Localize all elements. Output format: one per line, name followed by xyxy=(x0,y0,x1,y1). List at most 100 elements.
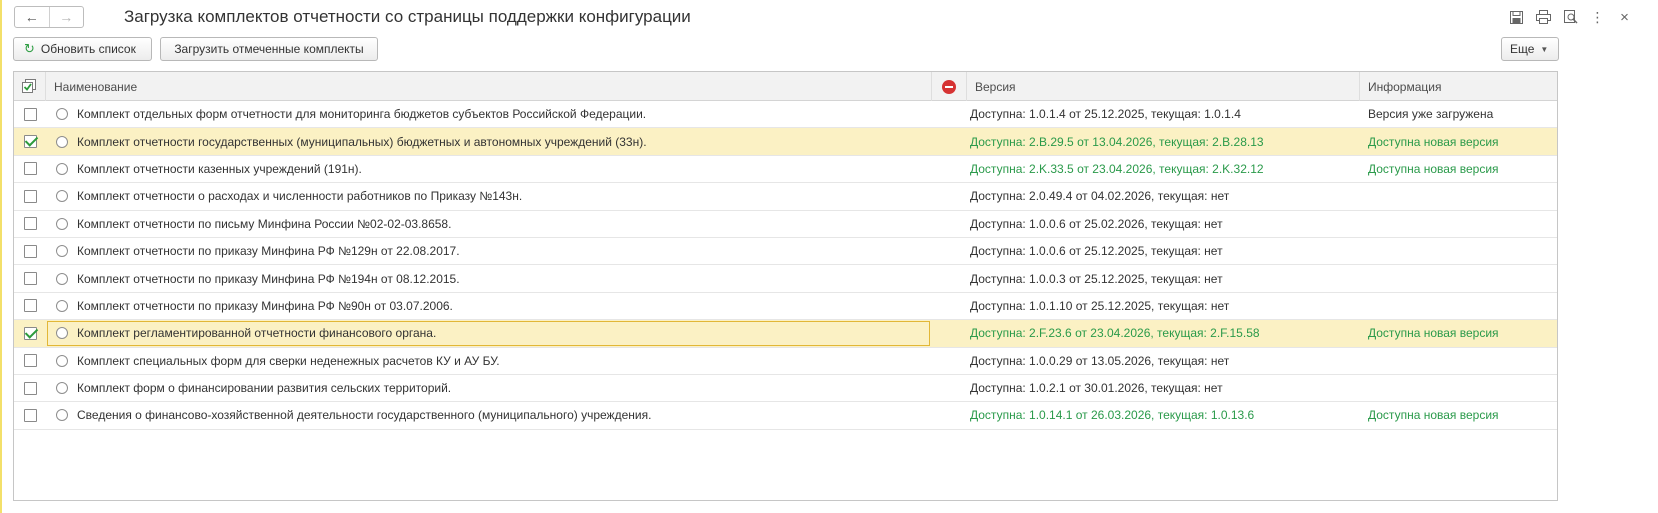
refresh-icon: ↻ xyxy=(24,41,35,56)
refresh-list-button[interactable]: ↻ Обновить список xyxy=(13,37,152,61)
command-bar: ↻ Обновить список Загрузить отмеченные к… xyxy=(0,36,1658,64)
row-info xyxy=(1360,293,1557,319)
row-radio[interactable] xyxy=(56,382,68,395)
row-checkbox[interactable] xyxy=(23,135,37,149)
row-radio[interactable] xyxy=(56,217,68,230)
table-row[interactable]: Комплект отчетности о расходах и численн… xyxy=(14,183,1557,211)
row-checkbox[interactable] xyxy=(23,326,37,340)
row-flag xyxy=(931,375,967,401)
check-all-icon xyxy=(22,79,36,93)
row-radio[interactable] xyxy=(56,162,68,175)
column-header-name[interactable]: Наименование xyxy=(46,72,931,101)
row-checkbox[interactable] xyxy=(23,162,37,176)
refresh-list-label: Обновить список xyxy=(40,42,136,56)
row-name: Комплект отчетности по приказу Минфина Р… xyxy=(77,298,453,313)
row-version: Доступна: 2.0.49.4 от 04.02.2026, текуща… xyxy=(970,189,1230,204)
row-version: Доступна: 1.0.0.3 от 25.12.2025, текущая… xyxy=(970,271,1223,286)
column-header-version[interactable]: Версия xyxy=(967,72,1360,101)
row-checkbox[interactable] xyxy=(23,299,37,313)
load-selected-label: Загрузить отмеченные комплекты xyxy=(174,42,364,56)
row-name: Комплект регламентированной отчетности ф… xyxy=(77,326,437,341)
row-flag xyxy=(931,128,967,154)
row-flag xyxy=(931,402,967,428)
row-version: Доступна: 2.B.29.5 от 13.04.2026, текуща… xyxy=(970,134,1264,149)
header-check-all[interactable] xyxy=(14,72,46,101)
row-name: Комплект отчетности по приказу Минфина Р… xyxy=(77,244,460,259)
row-name: Сведения о финансово-хозяйственной деяте… xyxy=(77,408,652,423)
row-radio[interactable] xyxy=(56,245,68,258)
row-flag xyxy=(931,156,967,182)
row-flag xyxy=(931,238,967,264)
table-row[interactable]: Комплект отчетности по письму Минфина Ро… xyxy=(14,211,1557,238)
row-checkbox[interactable] xyxy=(23,381,37,395)
column-header-info[interactable]: Информация xyxy=(1360,72,1557,101)
more-menu-button[interactable]: ⋮ xyxy=(1584,8,1611,26)
window-edge xyxy=(0,0,2,513)
row-checkbox[interactable] xyxy=(23,354,37,368)
save-button[interactable] xyxy=(1503,8,1530,26)
row-name: Комплект отчетности по приказу Минфина Р… xyxy=(77,271,460,286)
more-vertical-icon: ⋮ xyxy=(1590,9,1605,25)
row-checkbox[interactable] xyxy=(23,217,37,231)
back-button[interactable]: ← xyxy=(15,7,49,27)
row-info: Версия уже загружена xyxy=(1368,107,1494,122)
close-button[interactable]: × xyxy=(1611,8,1638,26)
table-row[interactable]: Комплект отчетности казенных учреждений … xyxy=(14,156,1557,184)
report-sets-table[interactable]: Наименование Версия Информация Комплект … xyxy=(13,71,1558,501)
print-button[interactable] xyxy=(1530,8,1557,26)
forward-button[interactable]: → xyxy=(48,7,84,27)
more-actions-label: Еще xyxy=(1510,42,1535,56)
row-name: Комплект отчетности по письму Минфина Ро… xyxy=(77,216,452,231)
row-name: Комплект отдельных форм отчетности для м… xyxy=(77,107,647,122)
row-checkbox[interactable] xyxy=(23,408,37,422)
row-name: Комплект отчетности о расходах и численн… xyxy=(77,189,523,204)
row-version: Доступна: 1.0.14.1 от 26.03.2026, текуща… xyxy=(970,408,1255,423)
row-version: Доступна: 1.0.1.10 от 25.12.2025, текуща… xyxy=(970,298,1230,313)
row-checkbox[interactable] xyxy=(23,189,37,203)
table-row[interactable]: Комплект отдельных форм отчетности для м… xyxy=(14,101,1557,129)
row-flag xyxy=(931,211,967,237)
row-info xyxy=(1360,238,1557,264)
preview-button[interactable] xyxy=(1557,8,1584,26)
row-radio[interactable] xyxy=(56,409,68,422)
arrow-left-icon: ← xyxy=(24,9,39,25)
row-version: Доступна: 1.0.0.29 от 13.05.2026, текуща… xyxy=(970,353,1230,368)
row-radio[interactable] xyxy=(56,190,68,203)
row-info: Доступна новая версия xyxy=(1368,161,1499,176)
table-row[interactable]: Комплект регламентированной отчетности ф… xyxy=(14,320,1557,348)
table-row[interactable]: Комплект отчетности по приказу Минфина Р… xyxy=(14,238,1557,266)
column-header-flag[interactable] xyxy=(931,72,967,101)
stop-icon xyxy=(942,79,956,94)
more-actions-button[interactable]: Еще ▼ xyxy=(1501,37,1559,61)
row-radio[interactable] xyxy=(56,135,68,148)
row-radio[interactable] xyxy=(56,108,68,121)
print-icon xyxy=(1536,10,1551,24)
row-flag xyxy=(931,293,967,319)
close-icon: × xyxy=(1620,8,1629,26)
save-icon xyxy=(1510,10,1523,24)
row-info xyxy=(1360,183,1557,209)
load-selected-button[interactable]: Загрузить отмеченные комплекты xyxy=(160,37,378,61)
row-checkbox[interactable] xyxy=(23,272,37,286)
table-row[interactable]: Комплект специальных форм для сверки нед… xyxy=(14,348,1557,375)
row-checkbox[interactable] xyxy=(23,107,37,121)
row-info: Доступна новая версия xyxy=(1368,408,1499,423)
row-checkbox[interactable] xyxy=(23,244,37,258)
row-radio[interactable] xyxy=(56,354,68,367)
table-row[interactable]: Комплект отчетности по приказу Минфина Р… xyxy=(14,265,1557,293)
table-row[interactable]: Комплект отчетности по приказу Минфина Р… xyxy=(14,293,1557,321)
table-row[interactable]: Комплект отчетности государственных (мун… xyxy=(14,128,1557,156)
row-version: Доступна: 2.F.23.6 от 23.04.2026, текуща… xyxy=(970,326,1260,341)
row-info: Доступна новая версия xyxy=(1368,326,1499,341)
row-version: Доступна: 2.K.33.5 от 23.04.2026, текуща… xyxy=(970,161,1264,176)
arrow-right-icon: → xyxy=(59,9,74,25)
table-row[interactable]: Комплект форм о финансировании развития … xyxy=(14,375,1557,403)
title-bar: ← → Загрузка комплектов отчетности со ст… xyxy=(0,0,1658,34)
row-radio[interactable] xyxy=(56,327,68,340)
row-version: Доступна: 1.0.1.4 от 25.12.2025, текущая… xyxy=(970,107,1241,122)
table-row[interactable]: Сведения о финансово-хозяйственной деяте… xyxy=(14,402,1557,430)
row-version: Доступна: 1.0.0.6 от 25.12.2025, текущая… xyxy=(970,244,1223,259)
row-radio[interactable] xyxy=(56,272,68,285)
chevron-down-icon: ▼ xyxy=(1540,44,1549,54)
row-radio[interactable] xyxy=(56,299,68,312)
